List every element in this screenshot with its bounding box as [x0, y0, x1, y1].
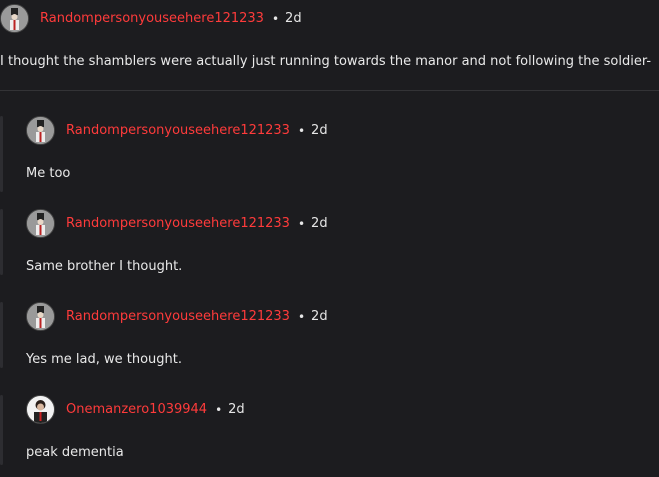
separator-dot: •: [297, 309, 306, 324]
soldier-avatar-icon: [27, 303, 54, 330]
comment-header: Randompersonyouseehere121233 • 2d: [26, 209, 328, 238]
timestamp: 2d: [311, 216, 328, 231]
username-link[interactable]: Randompersonyouseehere121233: [66, 216, 290, 231]
separator-dot: •: [297, 216, 306, 231]
avatar[interactable]: [0, 4, 29, 33]
timestamp: 2d: [311, 309, 328, 324]
avatar[interactable]: [26, 209, 55, 238]
timestamp: 2d: [285, 11, 302, 26]
separator-dot: •: [297, 123, 306, 138]
username-link[interactable]: Randompersonyouseehere121233: [66, 309, 290, 324]
username-link[interactable]: Onemanzero1039944: [66, 402, 207, 417]
username-link[interactable]: Randompersonyouseehere121233: [66, 123, 290, 138]
thread-line[interactable]: [0, 209, 3, 275]
soldier-avatar-icon: [1, 5, 28, 32]
timestamp: 2d: [228, 402, 245, 417]
avatar[interactable]: [26, 116, 55, 145]
comment-header: Randompersonyouseehere121233 • 2d: [26, 302, 328, 331]
avatar[interactable]: [26, 302, 55, 331]
comment-text: I thought the shamblers were actually ju…: [0, 54, 652, 69]
comment-header: Randompersonyouseehere121233 • 2d: [0, 4, 302, 33]
separator-dot: •: [271, 11, 280, 26]
timestamp: 2d: [311, 123, 328, 138]
comment-header: Randompersonyouseehere121233 • 2d: [26, 116, 328, 145]
person-avatar-icon: [27, 396, 54, 423]
avatar[interactable]: [26, 395, 55, 424]
comment-header: Onemanzero1039944 • 2d: [26, 395, 245, 424]
thread-line[interactable]: [0, 302, 3, 368]
thread-line[interactable]: [0, 116, 3, 192]
comment-text: peak dementia: [26, 445, 124, 460]
thread-line[interactable]: [0, 395, 3, 465]
separator-dot: •: [215, 402, 223, 417]
username-link[interactable]: Randompersonyouseehere121233: [40, 11, 264, 26]
soldier-avatar-icon: [27, 210, 54, 237]
soldier-avatar-icon: [27, 117, 54, 144]
comment-text: Yes me lad, we thought.: [26, 352, 183, 367]
comment-text: Same brother I thought.: [26, 259, 183, 274]
divider: [0, 90, 659, 91]
comment-text: Me too: [26, 166, 71, 181]
